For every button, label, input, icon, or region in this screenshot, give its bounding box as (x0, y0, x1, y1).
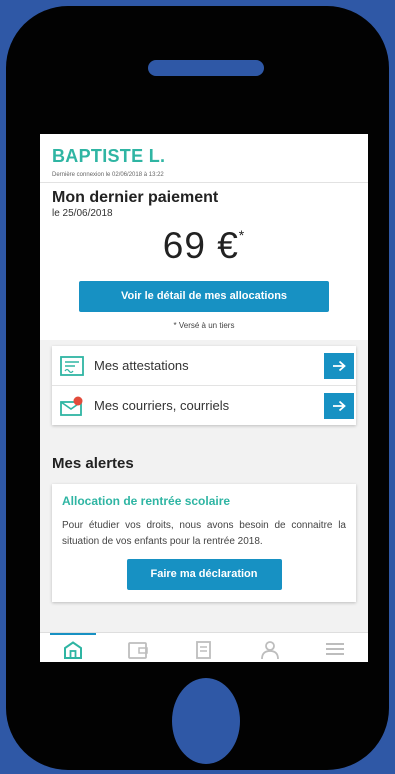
arrow-right-icon[interactable] (324, 392, 354, 419)
third-party-note: * Versé à un tiers (173, 321, 235, 330)
quick-links: Mes attestations Mes courriers, courriel… (52, 346, 356, 425)
tab-menu[interactable] (302, 633, 368, 662)
documents-icon (196, 641, 211, 659)
tab-home[interactable] (40, 633, 106, 662)
menu-icon (326, 643, 345, 655)
last-connection-text: Dernière connexion le 02/06/2018 à 13:22 (52, 172, 164, 178)
home-icon (63, 641, 82, 659)
speaker-slot (148, 60, 264, 76)
payment-title: Mon dernier paiement (52, 189, 219, 206)
bottom-tab-bar (40, 632, 368, 662)
phone-frame: BAPTISTE L. Dernière connexion le 02/06/… (6, 6, 389, 770)
payment-amount: 69 €* (52, 225, 356, 267)
declaration-button[interactable]: Faire ma déclaration (126, 559, 282, 590)
document-certificate-icon (60, 355, 84, 376)
arrow-right-icon[interactable] (324, 352, 354, 379)
payment-date: le 25/06/2018 (52, 208, 113, 219)
alert-card: Allocation de rentrée scolaire Pour étud… (52, 484, 356, 602)
tab-wallet[interactable] (106, 633, 172, 662)
payment-section: Mon dernier paiement le 25/06/2018 69 €*… (40, 183, 368, 340)
phone-home-button (172, 678, 240, 764)
tab-documents[interactable] (171, 633, 237, 662)
link-attestations-label: Mes attestations (94, 358, 189, 373)
profile-icon (260, 641, 279, 659)
app-header: BAPTISTE L. Dernière connexion le 02/06/… (40, 134, 368, 183)
app-screen: BAPTISTE L. Dernière connexion le 02/06/… (40, 134, 368, 662)
user-name: BAPTISTE L. (52, 146, 166, 166)
envelope-notification-icon (60, 396, 83, 416)
payment-amount-marker: * (238, 227, 246, 243)
alert-card-text: Pour étudier vos droits, nous avons beso… (62, 520, 346, 547)
wallet-icon (128, 642, 149, 659)
link-courriers-label: Mes courriers, courriels (94, 398, 230, 413)
alert-card-title: Allocation de rentrée scolaire (62, 494, 231, 508)
link-courriers[interactable]: Mes courriers, courriels (52, 385, 356, 425)
allocation-detail-button[interactable]: Voir le détail de mes allocations (79, 281, 329, 312)
alerts-title: Mes alertes (52, 455, 134, 472)
payment-amount-value: 69 € (162, 225, 239, 266)
link-attestations[interactable]: Mes attestations (52, 346, 356, 385)
tab-profile[interactable] (237, 633, 303, 662)
